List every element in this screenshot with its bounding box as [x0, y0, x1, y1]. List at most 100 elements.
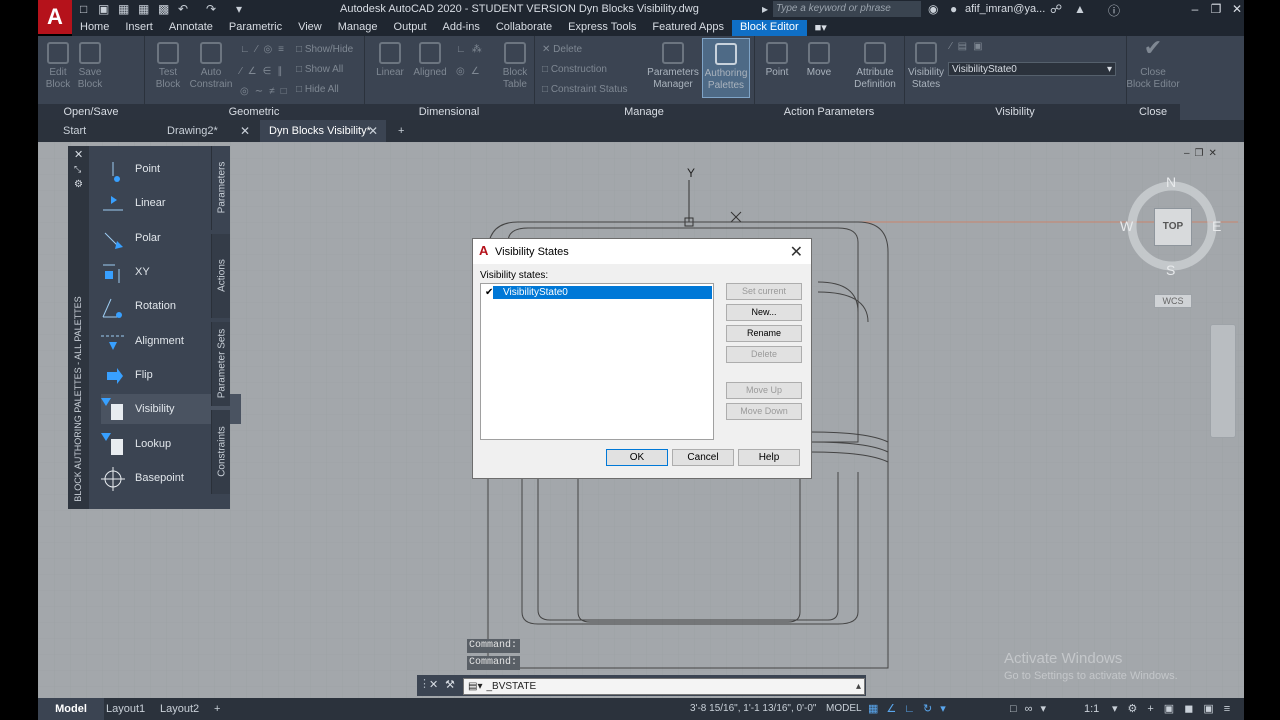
new-file-icon[interactable]: □ [80, 2, 87, 16]
redo-icon[interactable]: ↷ [206, 2, 216, 16]
show-hide-button[interactable]: □ Show/Hide [296, 44, 353, 55]
tab-collaborate[interactable]: Collaborate [488, 20, 560, 36]
viewcube[interactable]: N S E W TOP WCS [1120, 174, 1221, 308]
visibility-states-list[interactable]: ✔ VisibilityState0 [480, 283, 714, 440]
test-block-button[interactable]: Test Block [148, 42, 188, 91]
navigation-bar[interactable] [1210, 324, 1236, 438]
file-tab-start[interactable]: Start [38, 120, 138, 142]
drafting-toggle-icons[interactable]: ▦∠∟↻▾ [868, 698, 954, 720]
palette-tab-actions[interactable]: Actions [211, 234, 230, 318]
delete-button[interactable]: ✕ Delete [542, 44, 582, 55]
open-folder-icon[interactable]: ▣ [98, 2, 109, 16]
status-tool-icons[interactable]: ▾⚙+▣◼▣≡ [1112, 698, 1240, 720]
customize-wrench-icon[interactable]: ⚒ [445, 678, 455, 691]
move-action-button[interactable]: Move [802, 42, 836, 79]
help-icon[interactable]: ⓘ [1108, 2, 1120, 19]
geometric-constraint-icons[interactable]: ∟⁄◎≡ [240, 44, 290, 55]
app-menu-button[interactable]: A [38, 0, 72, 34]
viewcube-top-face[interactable]: TOP [1154, 208, 1192, 246]
exchange-icon[interactable]: ▲ [1074, 2, 1086, 16]
command-input[interactable]: ▤▾ _BVSTATE ▴ [463, 678, 865, 695]
tab-parametric[interactable]: Parametric [221, 20, 290, 36]
save-icon[interactable]: ▦ [118, 2, 129, 16]
attribute-definition-button[interactable]: Attribute Definition [850, 42, 900, 91]
tab-insert[interactable]: Insert [117, 20, 161, 36]
annotation-scale[interactable]: 1:1 [1084, 698, 1099, 720]
compass-south[interactable]: S [1166, 262, 1175, 278]
model-space-toggle[interactable]: MODEL [826, 698, 862, 720]
undo-icon[interactable]: ↶ [178, 2, 188, 16]
tab-express-tools[interactable]: Express Tools [560, 20, 644, 36]
save-block-button[interactable]: Save Block [74, 42, 106, 91]
show-all-button[interactable]: □ Show All [296, 64, 343, 75]
wcs-menu[interactable]: WCS [1154, 294, 1192, 308]
dialog-title-bar[interactable]: A Visibility States ✕ [473, 239, 811, 264]
move-down-button[interactable]: Move Down [726, 403, 802, 420]
geometric-constraint-icons-3[interactable]: ◎∼≠□ [240, 86, 293, 97]
add-layout-icon[interactable]: + [214, 698, 220, 720]
visibility-state-dropdown[interactable]: VisibilityState0 ▾ [948, 62, 1116, 76]
new-tab-plus-icon[interactable]: + [392, 120, 412, 142]
binoculars-icon[interactable]: ◉ [928, 2, 938, 16]
panel-title-geometric[interactable]: Geometric [144, 104, 364, 120]
compass-north[interactable]: N [1166, 174, 1176, 190]
panel-title-manage[interactable]: Manage [534, 104, 754, 120]
authoring-palettes-button[interactable]: Authoring Palettes [702, 38, 750, 98]
ribbon-options-icon[interactable]: ■▾ [807, 20, 835, 36]
construction-button[interactable]: □ Construction [542, 64, 607, 75]
dialog-close-icon[interactable]: ✕ [790, 242, 803, 262]
minimize-icon[interactable]: – [1186, 2, 1204, 16]
ok-button[interactable]: OK [606, 449, 668, 466]
save-as-icon[interactable]: ▦ [138, 2, 149, 16]
tab-view[interactable]: View [290, 20, 330, 36]
panel-title-open-save[interactable]: Open/Save [38, 104, 144, 120]
point-param-button[interactable]: Point [760, 42, 794, 79]
search-input[interactable]: Type a keyword or phrase [773, 1, 921, 17]
visibility-mode-icons[interactable]: ⁄▤▣ [950, 41, 989, 52]
set-current-button[interactable]: Set current [726, 283, 802, 300]
geometric-constraint-icons-2[interactable]: ⁄∠∈∥ [240, 66, 288, 77]
compass-west[interactable]: W [1120, 218, 1133, 234]
restore-icon[interactable]: ❐ [1207, 2, 1225, 16]
hide-all-button[interactable]: □ Hide All [296, 84, 339, 95]
close-icon[interactable]: ✕ [1228, 2, 1246, 16]
palette-properties-icon[interactable]: ⚙ [74, 179, 83, 190]
dim-constraint-icons[interactable]: ∟⁂ [456, 44, 488, 55]
layout2-tab[interactable]: Layout2 [160, 698, 199, 720]
help-button[interactable]: Help [738, 449, 800, 466]
palette-tab-constraints[interactable]: Constraints [211, 410, 230, 494]
cart-icon[interactable]: ☍ [1050, 2, 1062, 16]
customize-quick-access-icon[interactable]: ▾ [236, 2, 242, 16]
file-tab-drawing2[interactable]: Drawing2* ✕ [142, 120, 258, 142]
command-prompt-icon[interactable]: ▤▾ [464, 681, 486, 692]
edit-block-button[interactable]: Edit Block [42, 42, 74, 91]
palette-close-icon[interactable]: ✕ [74, 148, 83, 161]
command-history-expand-icon[interactable]: ▴ [856, 679, 861, 694]
tab-featured-apps[interactable]: Featured Apps [644, 20, 732, 36]
command-close-icon[interactable]: ✕ [429, 678, 438, 691]
search-expand-icon[interactable]: ▸ [762, 2, 768, 16]
linear-dim-button[interactable]: Linear [372, 42, 408, 79]
viewport-controls[interactable]: –❐✕ [1184, 148, 1222, 159]
osnap-toggle-icons[interactable]: □∞▾ [1010, 698, 1054, 720]
tab-manage[interactable]: Manage [330, 20, 386, 36]
move-up-button[interactable]: Move Up [726, 382, 802, 399]
rename-button[interactable]: Rename [726, 325, 802, 342]
new-button[interactable]: New... [726, 304, 802, 321]
palette-tab-parameters[interactable]: Parameters [211, 146, 230, 230]
user-icon[interactable]: ● [950, 2, 957, 16]
cancel-button[interactable]: Cancel [672, 449, 734, 466]
palette-tab-parameter-sets[interactable]: Parameter Sets [211, 322, 230, 406]
palette-autohide-icon[interactable]: ⤡ [74, 164, 81, 175]
close-block-editor-button[interactable]: ✔ Close Block Editor [1126, 37, 1180, 91]
block-table-button[interactable]: Block Table [498, 42, 532, 91]
file-tab-dyn-blocks[interactable]: Dyn Blocks Visibility* ✕ [260, 120, 386, 142]
delete-button[interactable]: Delete [726, 346, 802, 363]
close-tab-icon[interactable]: ✕ [240, 120, 250, 142]
constraint-status-button[interactable]: □ Constraint Status [542, 84, 628, 95]
user-account[interactable]: afif_imran@ya... [965, 3, 1045, 15]
tab-annotate[interactable]: Annotate [161, 20, 221, 36]
tab-output[interactable]: Output [386, 20, 435, 36]
tab-block-editor[interactable]: Block Editor [731, 20, 807, 36]
panel-title-visibility[interactable]: Visibility [904, 104, 1126, 120]
